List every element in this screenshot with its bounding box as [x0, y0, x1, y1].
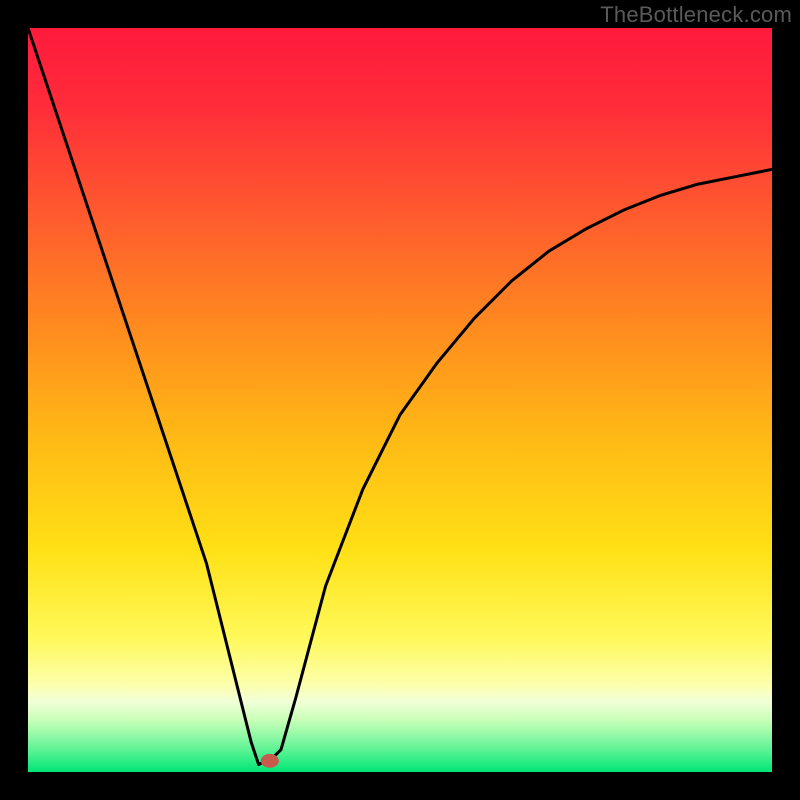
plot-area — [28, 28, 772, 772]
chart-frame: TheBottleneck.com — [0, 0, 800, 800]
chart-background — [28, 28, 772, 772]
watermark-text: TheBottleneck.com — [600, 2, 792, 28]
bottleneck-chart — [28, 28, 772, 772]
optimal-point-marker — [261, 754, 279, 768]
